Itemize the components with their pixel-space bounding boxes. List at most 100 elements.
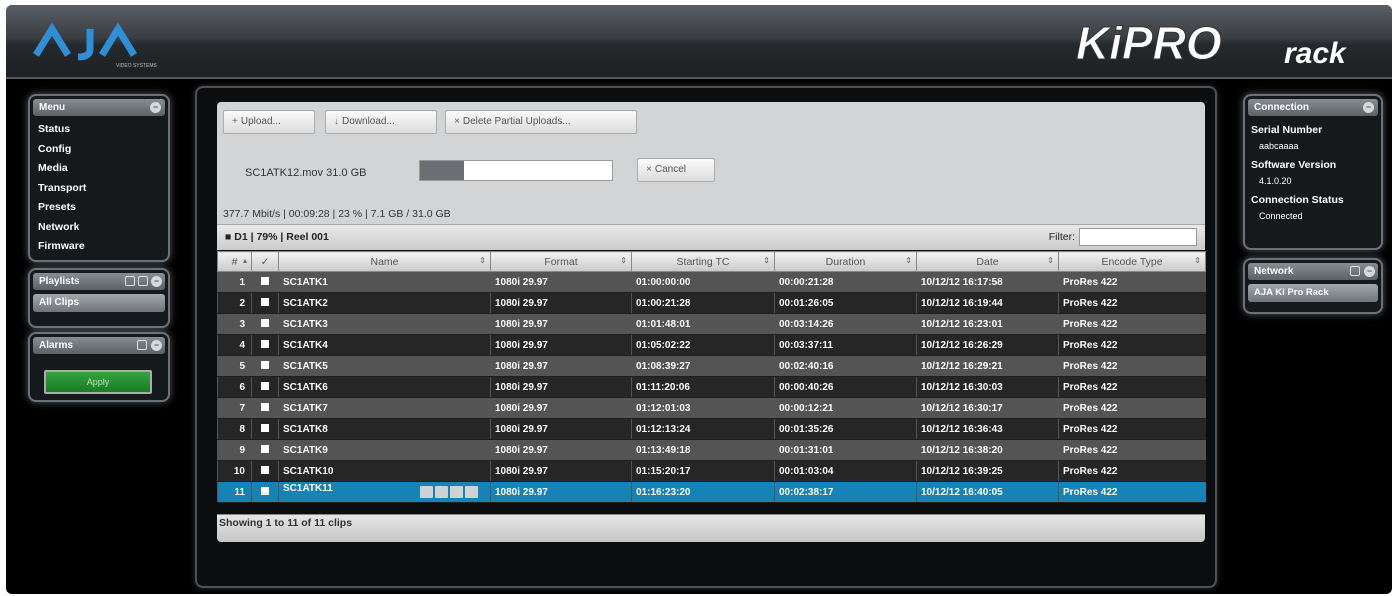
row-checkbox[interactable] — [261, 444, 269, 453]
playlists-collapse-icon[interactable]: − — [151, 276, 162, 287]
table-row[interactable]: 6 SC1ATK6 1080i 29.97 01:11:20:06 00:00:40:2… — [217, 376, 1206, 398]
cancel-upload-button[interactable]: × Cancel — [637, 158, 715, 182]
table-row[interactable]: 9 SC1ATK9 1080i 29.97 01:13:49:18 00:01:31:0… — [217, 439, 1206, 461]
row-checkbox[interactable] — [261, 423, 269, 432]
network-device-item[interactable]: AJA Ki Pro Rack — [1248, 284, 1378, 302]
download-button[interactable]: ↓ Download... — [325, 110, 437, 134]
row-checkbox[interactable] — [261, 381, 269, 390]
alarms-apply-button[interactable]: Apply — [44, 370, 152, 394]
cell-name: SC1ATK8 — [278, 418, 491, 440]
clip-name: SC1ATK11 — [283, 483, 333, 494]
playlist-all-clips[interactable]: All Clips — [33, 294, 165, 312]
cell-name: SC1ATK4 — [278, 334, 491, 356]
cell-check[interactable] — [251, 481, 279, 503]
cell-check[interactable] — [251, 460, 279, 482]
row-checkbox[interactable] — [261, 402, 269, 411]
network-collapse-icon[interactable]: − — [1364, 266, 1375, 277]
cell-duration: 00:03:14:26 — [774, 313, 917, 335]
cell-number: 5 — [217, 355, 252, 377]
col-date[interactable]: Date ⇕ — [916, 251, 1059, 272]
cell-date: 10/12/12 16:29:21 — [916, 355, 1059, 377]
cell-check[interactable] — [251, 334, 279, 356]
table-row[interactable]: 8 SC1ATK8 1080i 29.97 01:12:13:24 00:01:35:2… — [217, 418, 1206, 440]
cell-encode-type: ProRes 422 — [1058, 271, 1206, 293]
aja-logo-sub: VIDEO SYSTEMS — [116, 63, 158, 69]
table-row[interactable]: 1 SC1ATK1 1080i 29.97 01:00:00:00 00:00:21:2… — [217, 271, 1206, 293]
table-header-row: # ▴ ✓ Name ⇕ Format ⇕ Starting TC ⇕ Duration… — [217, 251, 1206, 272]
sort-icon: ⇕ — [1047, 256, 1054, 265]
menu-item-config[interactable]: Config — [38, 140, 168, 160]
table-row[interactable]: 4 SC1ATK4 1080i 29.97 01:05:02:22 00:03:37:1… — [217, 334, 1206, 356]
col-encode-type[interactable]: Encode Type ⇕ — [1058, 251, 1206, 272]
table-row[interactable]: 2 SC1ATK2 1080i 29.97 01:00:21:28 00:01:26:0… — [217, 292, 1206, 314]
playlists-title-text: Playlists — [39, 276, 80, 287]
download-icon[interactable] — [465, 486, 478, 498]
kipro-logo-text: KiPRO — [1076, 17, 1222, 69]
row-checkbox[interactable] — [261, 318, 269, 327]
row-checkbox[interactable] — [261, 465, 269, 474]
clip-name: SC1ATK8 — [283, 423, 328, 435]
row-checkbox[interactable] — [261, 339, 269, 348]
row-checkbox[interactable] — [261, 276, 269, 285]
network-settings-icon[interactable] — [1350, 266, 1360, 276]
col-check[interactable]: ✓ — [251, 251, 279, 272]
connection-collapse-icon[interactable]: − — [1363, 102, 1374, 113]
playlist-add-icon[interactable] — [125, 276, 135, 286]
menu-item-network[interactable]: Network — [38, 218, 168, 238]
edit-icon[interactable] — [450, 486, 463, 498]
cell-name: SC1ATK1 — [278, 271, 491, 293]
alarms-collapse-icon[interactable]: − — [151, 340, 162, 351]
menu-item-transport[interactable]: Transport — [38, 179, 168, 199]
info-icon[interactable] — [435, 486, 448, 498]
cell-name: SC1ATK3 — [278, 313, 491, 335]
alarms-settings-icon[interactable] — [137, 340, 147, 350]
cell-starting-tc: 01:15:20:17 — [631, 460, 775, 482]
table-row[interactable]: 3 SC1ATK3 1080i 29.97 01:01:48:01 00:03:14:2… — [217, 313, 1206, 335]
table-row[interactable]: 7 SC1ATK7 1080i 29.97 01:12:01:03 00:00:12:2… — [217, 397, 1206, 419]
col-format[interactable]: Format ⇕ — [490, 251, 632, 272]
upload-button[interactable]: + Upload... — [223, 110, 315, 134]
table-row[interactable]: 10 SC1ATK10 1080i 29.97 01:15:20:17 00:01:03… — [217, 460, 1206, 482]
cell-name: SC1ATK2 — [278, 292, 491, 314]
sort-icon: ⇕ — [620, 256, 627, 265]
cell-format: 1080i 29.97 — [490, 397, 632, 419]
delete-partial-uploads-button[interactable]: × Delete Partial Uploads... — [445, 110, 637, 134]
delete-button-label: Delete Partial Uploads... — [462, 116, 571, 127]
cell-check[interactable] — [251, 397, 279, 419]
col-name[interactable]: Name ⇕ — [278, 251, 491, 272]
cell-encode-type: ProRes 422 — [1058, 481, 1206, 503]
table-row[interactable]: 5 SC1ATK5 1080i 29.97 01:08:39:27 00:02:40:1… — [217, 355, 1206, 377]
row-checkbox[interactable] — [261, 297, 269, 306]
playlist-edit-icon[interactable] — [138, 276, 148, 286]
cell-check[interactable] — [251, 418, 279, 440]
cell-check[interactable] — [251, 271, 279, 293]
cell-date: 10/12/12 16:30:03 — [916, 376, 1059, 398]
col-number[interactable]: # ▴ — [217, 251, 252, 272]
app-window: VIDEO SYSTEMS KiPRO rack Menu − Status C… — [6, 5, 1392, 594]
cell-check[interactable] — [251, 355, 279, 377]
col-duration[interactable]: Duration ⇕ — [774, 251, 917, 272]
sort-icon: ▴ — [242, 256, 247, 265]
cell-check[interactable] — [251, 292, 279, 314]
play-icon[interactable] — [420, 486, 433, 498]
cell-check[interactable] — [251, 439, 279, 461]
menu-collapse-icon[interactable]: − — [150, 102, 161, 113]
col-starting-tc[interactable]: Starting TC ⇕ — [631, 251, 775, 272]
menu-item-presets[interactable]: Presets — [38, 198, 168, 218]
cell-starting-tc: 01:08:39:27 — [631, 355, 775, 377]
media-reel-info: ■ D1 | 79% | Reel 001 — [225, 231, 329, 243]
cell-format: 1080i 29.97 — [490, 271, 632, 293]
row-checkbox[interactable] — [261, 486, 269, 495]
filter-input[interactable] — [1079, 228, 1197, 246]
cell-starting-tc: 01:12:01:03 — [631, 397, 775, 419]
cell-check[interactable] — [251, 376, 279, 398]
table-footer: Showing 1 to 11 of 11 clips — [217, 514, 1205, 542]
row-checkbox[interactable] — [261, 360, 269, 369]
cell-date: 10/12/12 16:36:43 — [916, 418, 1059, 440]
menu-item-firmware[interactable]: Firmware — [38, 237, 168, 257]
menu-item-media[interactable]: Media — [38, 159, 168, 179]
table-row[interactable]: 11 SC1ATK11 1080i 29.97 01:16:23:20 00:02:38… — [217, 481, 1206, 503]
cell-check[interactable] — [251, 313, 279, 335]
menu-item-status[interactable]: Status — [38, 120, 168, 140]
cell-starting-tc: 01:16:23:20 — [631, 481, 775, 503]
